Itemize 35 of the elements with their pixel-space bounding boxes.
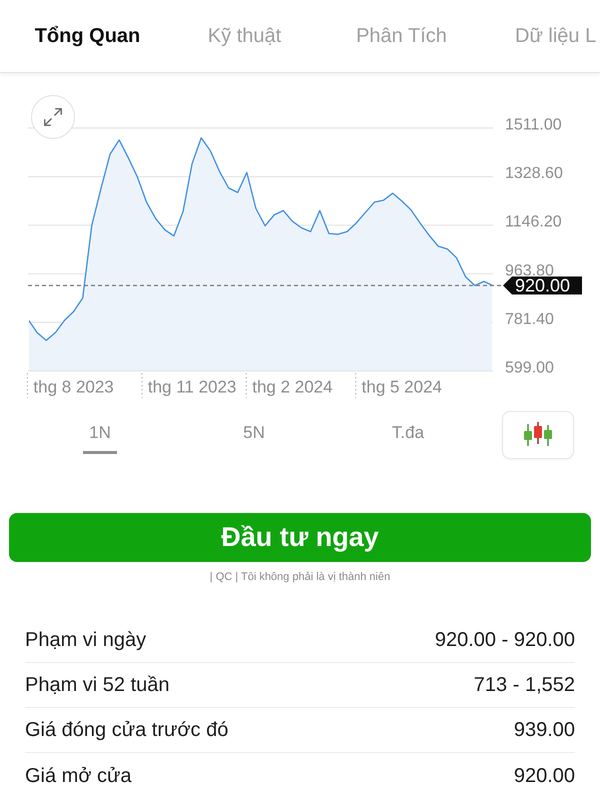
stat-value: 713 - 1,552 xyxy=(474,673,575,697)
stat-label: Giá đóng cửa trước đó xyxy=(25,718,228,742)
y-axis-label: 599.00 xyxy=(505,360,554,376)
x-axis-label: thg 2 2024 xyxy=(252,378,333,396)
tick-line xyxy=(141,372,142,398)
ad-disclaimer-text: | QC | Tôi không phải là vị thành niên xyxy=(210,570,390,584)
range-tab[interactable]: T.đa xyxy=(386,423,430,454)
stat-label: Phạm vi 52 tuần xyxy=(25,673,170,697)
tick-line xyxy=(26,372,28,398)
tab[interactable]: Kỹ thuật xyxy=(208,24,282,48)
y-axis-label: 1146.20 xyxy=(505,214,562,231)
range-tab[interactable]: 1N xyxy=(83,423,117,454)
tick-line xyxy=(355,372,356,398)
price-tag: 920.00 xyxy=(503,275,582,296)
expand-icon xyxy=(42,106,64,128)
tab[interactable]: Phân Tích xyxy=(356,24,447,48)
x-axis-label: thg 11 2023 xyxy=(148,378,236,396)
x-axis-label: thg 8 2023 xyxy=(33,378,114,396)
expand-button[interactable] xyxy=(31,95,75,139)
chart-type-button[interactable] xyxy=(502,411,574,459)
invest-button[interactable]: Đầu tư ngay xyxy=(9,513,591,562)
candlestick-icon xyxy=(523,422,553,448)
stat-label: Phạm vi ngày xyxy=(25,628,146,652)
y-axis-label: 1328.60 xyxy=(505,165,563,182)
stat-label: Giá mở cửa xyxy=(25,764,132,788)
tick-line xyxy=(246,372,247,398)
x-axis-label: thg 5 2024 xyxy=(362,378,442,396)
y-axis-label: 781.40 xyxy=(505,310,554,328)
tab[interactable]: Dữ liệu L xyxy=(515,24,596,48)
stat-value: 939.00 xyxy=(514,718,575,742)
stat-value: 920.00 - 920.00 xyxy=(434,628,575,652)
tab[interactable]: Tổng Quan xyxy=(34,24,140,48)
stat-value: 920.00 xyxy=(514,764,575,788)
y-axis-label: 1511.00 xyxy=(505,116,562,134)
range-tab[interactable]: 5N xyxy=(237,423,271,454)
